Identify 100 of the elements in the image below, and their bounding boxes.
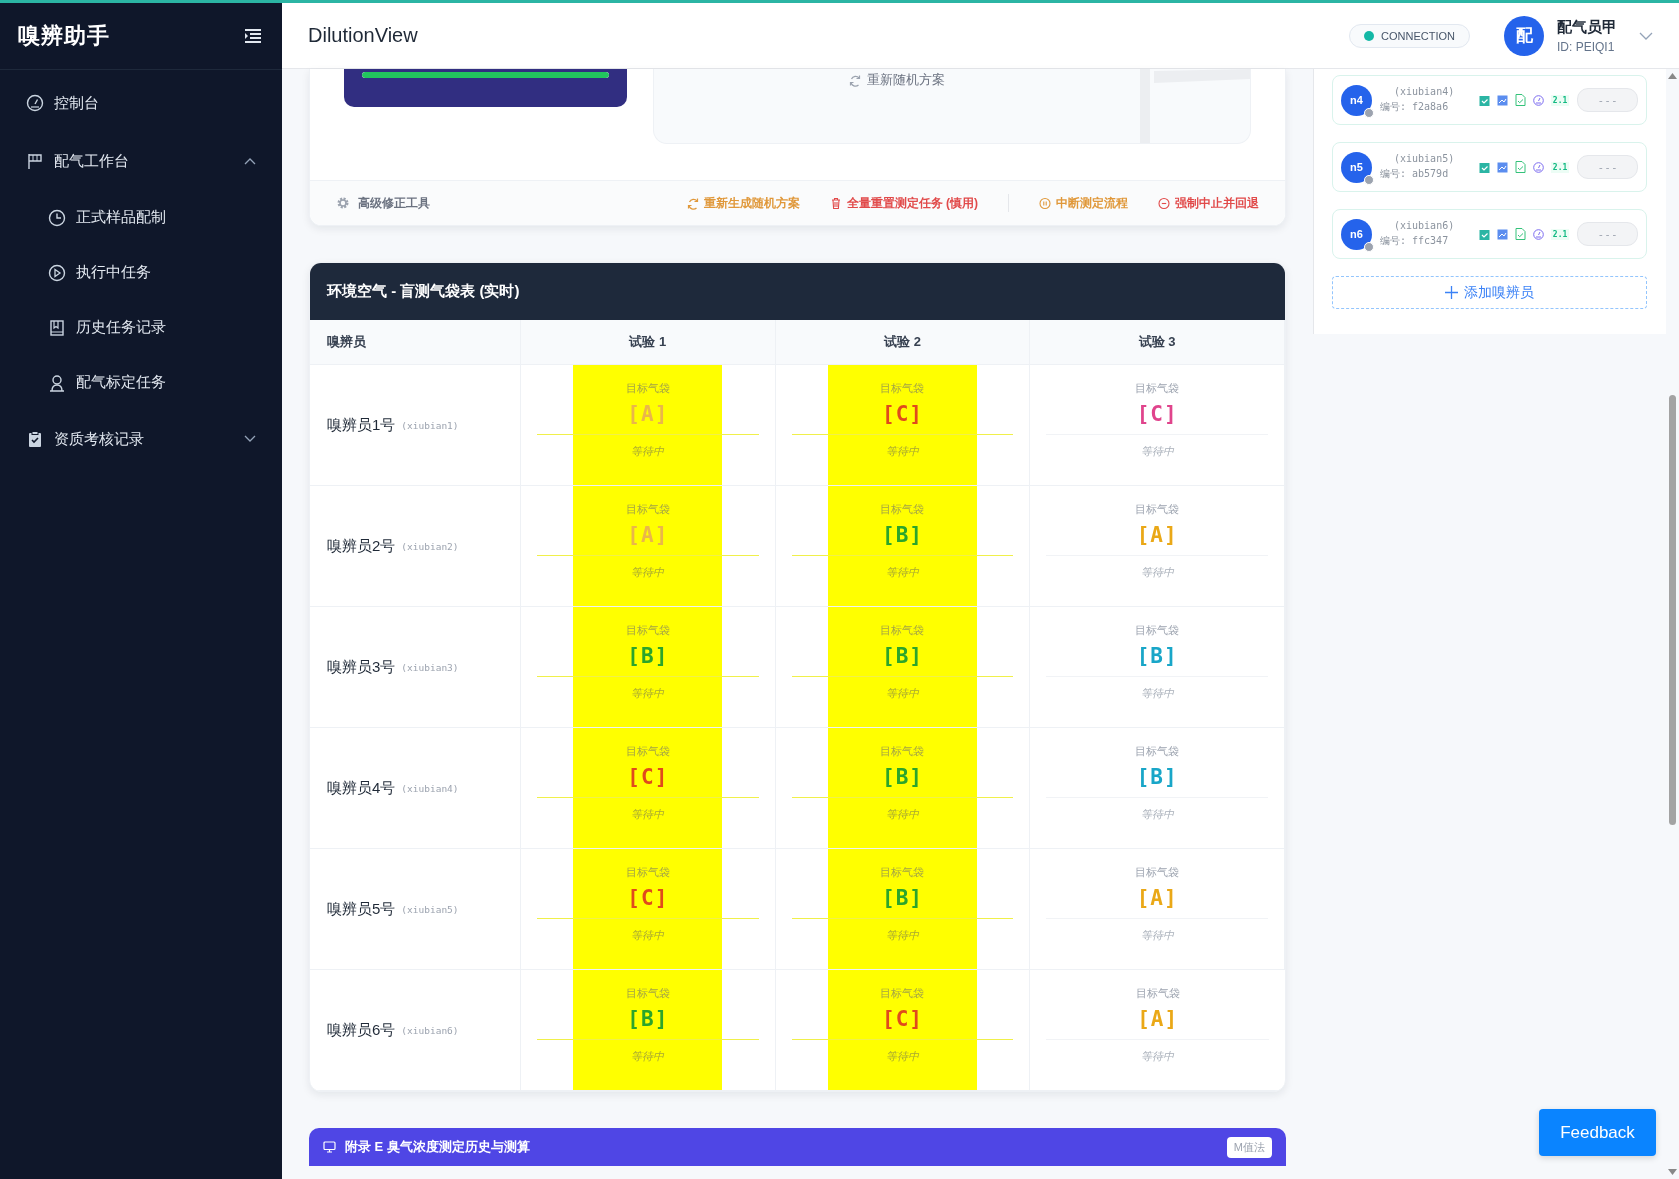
- bag-code: [C]: [627, 886, 669, 910]
- status-text: 等待中: [631, 444, 665, 459]
- menu-item[interactable]: 资质考核记录: [0, 410, 282, 468]
- status-text: 等待中: [886, 565, 919, 580]
- tester-serial: 编号: f2a8a6: [1380, 100, 1450, 114]
- bag-label: 目标气袋: [625, 381, 670, 396]
- submenu-item[interactable]: 执行中任务: [0, 245, 282, 300]
- bag-label: 目标气袋: [880, 744, 925, 759]
- refresh-icon: [686, 196, 699, 210]
- bag-label: 目标气袋: [625, 623, 670, 638]
- method-badge: M值法: [1226, 1136, 1272, 1158]
- tester-code: (xiubian6): [1393, 220, 1456, 231]
- bag-label: 目标气袋: [880, 502, 925, 517]
- table-title: 环境空气 - 盲测气袋表 (实时): [327, 282, 520, 301]
- tester-code: (xiubian4): [401, 782, 459, 794]
- bag-label: 目标气袋: [1135, 623, 1180, 638]
- status-text: 等待中: [1140, 807, 1174, 822]
- tester-code: (xiubian1): [401, 419, 459, 431]
- refresh-icon: [849, 74, 861, 87]
- scroll-up-icon: [1668, 73, 1677, 79]
- bag-code: [C]: [882, 1007, 923, 1031]
- bag-label: 目标气袋: [625, 865, 670, 880]
- status-text: 等待中: [1140, 686, 1174, 701]
- tester-code: (xiubian5): [401, 903, 459, 915]
- menu-item[interactable]: 配气工作台: [0, 132, 282, 190]
- gauge-icon: [26, 94, 44, 112]
- status-text: 等待中: [1140, 565, 1174, 580]
- tester-avatar: n5: [1341, 151, 1372, 183]
- user-avatar: 配: [1504, 15, 1544, 56]
- add-tester-button[interactable]: 添加嗅辨员: [1332, 276, 1647, 309]
- chart-icon: [1496, 161, 1508, 173]
- app-logo: 嗅辨助手: [18, 22, 110, 50]
- tester-name: 嗅辨员6号: [327, 1020, 396, 1040]
- bag-code: [B]: [882, 523, 923, 547]
- tester-name: 嗅辨员2号: [327, 536, 396, 556]
- status-text: 等待中: [631, 807, 665, 822]
- bag-label: 目标气袋: [625, 986, 670, 1001]
- bag-label: 目标气袋: [625, 744, 670, 759]
- action-button[interactable]: 全量重置测定任务 (慎用): [829, 194, 978, 212]
- status-text: 等待中: [631, 928, 665, 943]
- bag-label: 目标气袋: [1135, 986, 1180, 1001]
- status-dot: [1364, 241, 1374, 252]
- status-text: 等待中: [1141, 1049, 1175, 1064]
- status-text: 等待中: [1140, 928, 1174, 943]
- gauge-icon: [1532, 228, 1544, 240]
- appendix-title: 附录 E 臭气浓度测定历史与测算: [345, 1138, 530, 1156]
- reading-field: - - -: [1577, 222, 1638, 246]
- tester-name: 嗅辨员5号: [327, 899, 396, 919]
- reshuffle-button[interactable]: 重新随机方案: [849, 71, 945, 91]
- submenu-item[interactable]: 配气标定任务: [0, 355, 282, 410]
- feedback-button[interactable]: Feedback: [1539, 1109, 1656, 1156]
- column-header: 嗅辨员: [310, 320, 521, 365]
- bag-label: 目标气袋: [880, 623, 925, 638]
- score-badge: 2.1: [1550, 94, 1570, 106]
- submenu-item[interactable]: 正式样品配制: [0, 190, 282, 245]
- status-text: 等待中: [886, 1049, 919, 1064]
- document-check-icon: [1514, 94, 1526, 106]
- clipboard-check-icon: [1478, 161, 1490, 173]
- column-header: 试验 1: [521, 320, 776, 365]
- play-icon: [48, 263, 66, 282]
- bag-label: 目标气袋: [880, 865, 925, 880]
- tester-code: (xiubian3): [401, 661, 459, 673]
- clipboard-check-icon: [1478, 94, 1490, 106]
- bag-label: 目标气袋: [1135, 502, 1180, 517]
- status-text: 等待中: [886, 686, 919, 701]
- status-text: 等待中: [886, 928, 919, 943]
- stop-icon: [1158, 196, 1170, 210]
- gear-icon: [336, 196, 350, 210]
- bag-code: [A]: [627, 402, 669, 426]
- bag-code: [B]: [882, 886, 923, 910]
- tester-avatar: n6: [1341, 218, 1372, 250]
- reading-field: - - -: [1577, 155, 1638, 179]
- tester-code: (xiubian4): [1393, 86, 1456, 97]
- connection-status: CONNECTION: [1349, 23, 1470, 48]
- user-name: 配气员甲: [1557, 17, 1617, 37]
- menu-item[interactable]: 控制台: [0, 74, 282, 132]
- tester-serial: 编号: ab579d: [1380, 167, 1450, 181]
- action-button[interactable]: 强制中止并回退: [1158, 194, 1259, 212]
- bag-code: [B]: [882, 644, 923, 668]
- bag-code: [A]: [1137, 1007, 1179, 1031]
- bag-label: 目标气袋: [1135, 381, 1180, 396]
- bag-label: 目标气袋: [880, 986, 925, 1001]
- bag-label: 目标气袋: [1135, 865, 1180, 880]
- status-text: 等待中: [631, 1049, 665, 1064]
- monitor-icon: [323, 1141, 336, 1153]
- tester-code: (xiubian6): [401, 1024, 459, 1036]
- gauge-icon: [1532, 94, 1544, 106]
- tester-avatar: n4: [1341, 84, 1372, 116]
- tool-button[interactable]: 高级修正工具: [336, 194, 657, 212]
- clock-icon: [48, 208, 66, 227]
- chevron-down-icon: [1639, 31, 1653, 40]
- bag-code: [B]: [882, 765, 923, 789]
- book-icon: [48, 318, 66, 337]
- submenu-item[interactable]: 历史任务记录: [0, 300, 282, 355]
- tester-serial: 编号: ffc347: [1380, 234, 1450, 248]
- reading-field: - - -: [1577, 88, 1638, 112]
- status-text: 等待中: [1140, 444, 1174, 459]
- bag-code: [C]: [1136, 402, 1178, 426]
- column-header: 试验 2: [775, 320, 1031, 365]
- status-text: 等待中: [886, 444, 919, 459]
